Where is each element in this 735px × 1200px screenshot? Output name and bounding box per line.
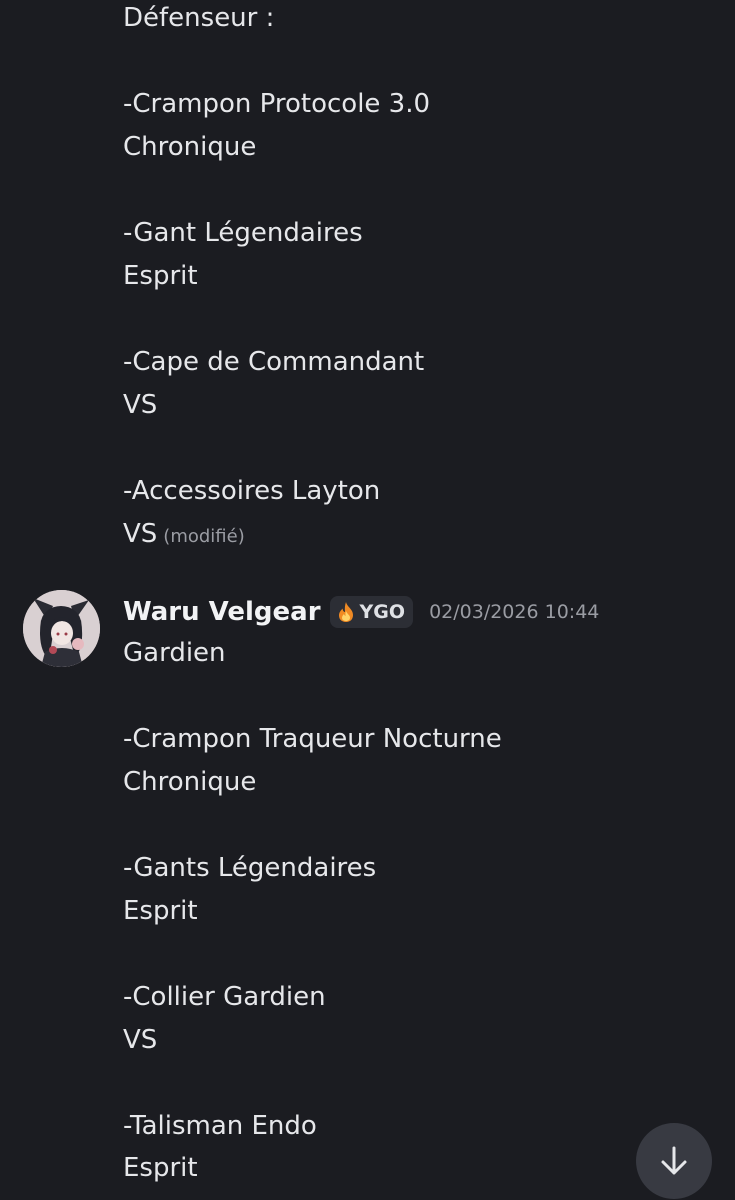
jump-to-bottom-button[interactable] (636, 1123, 712, 1199)
avatar-image (23, 590, 100, 667)
message-line-last: VS (modifié) (123, 518, 245, 553)
message-line: Esprit (123, 261, 198, 291)
message-line: VS (123, 390, 158, 420)
message-line: -Cape de Commandant (123, 347, 425, 377)
message-line: -Collier Gardien (123, 982, 326, 1012)
message-line: -Talisman Endo (123, 1111, 317, 1141)
message-line: Esprit (123, 1153, 198, 1183)
message-line: Chronique (123, 132, 257, 162)
message-line-text: VS (123, 519, 158, 549)
message-line: -Gant Légendaires (123, 218, 363, 248)
server-tag[interactable]: YGO (329, 596, 414, 628)
timestamp: 02/03/2026 10:44 (429, 601, 600, 623)
message-line: Défenseur : (123, 3, 275, 33)
flame-icon (338, 602, 353, 622)
arrow-down-icon (661, 1146, 687, 1175)
message-line: -Crampon Protocole 3.0 (123, 89, 431, 119)
server-tag-label: YGO (359, 601, 406, 623)
message-line: -Gants Légendaires (123, 853, 377, 883)
message-header: Waru Velgear YGO 02/03/2026 10:44 (123, 594, 599, 630)
message-line: VS (123, 1025, 158, 1055)
message-line: Chronique (123, 767, 257, 797)
message-line: -Accessoires Layton (123, 476, 381, 506)
message-line: -Crampon Traqueur Nocturne (123, 724, 502, 754)
message-line: Gardien (123, 638, 226, 668)
edited-label: (modifié) (163, 526, 245, 547)
avatar[interactable] (23, 590, 100, 667)
message-line: Esprit (123, 896, 198, 926)
username[interactable]: Waru Velgear (123, 597, 321, 627)
